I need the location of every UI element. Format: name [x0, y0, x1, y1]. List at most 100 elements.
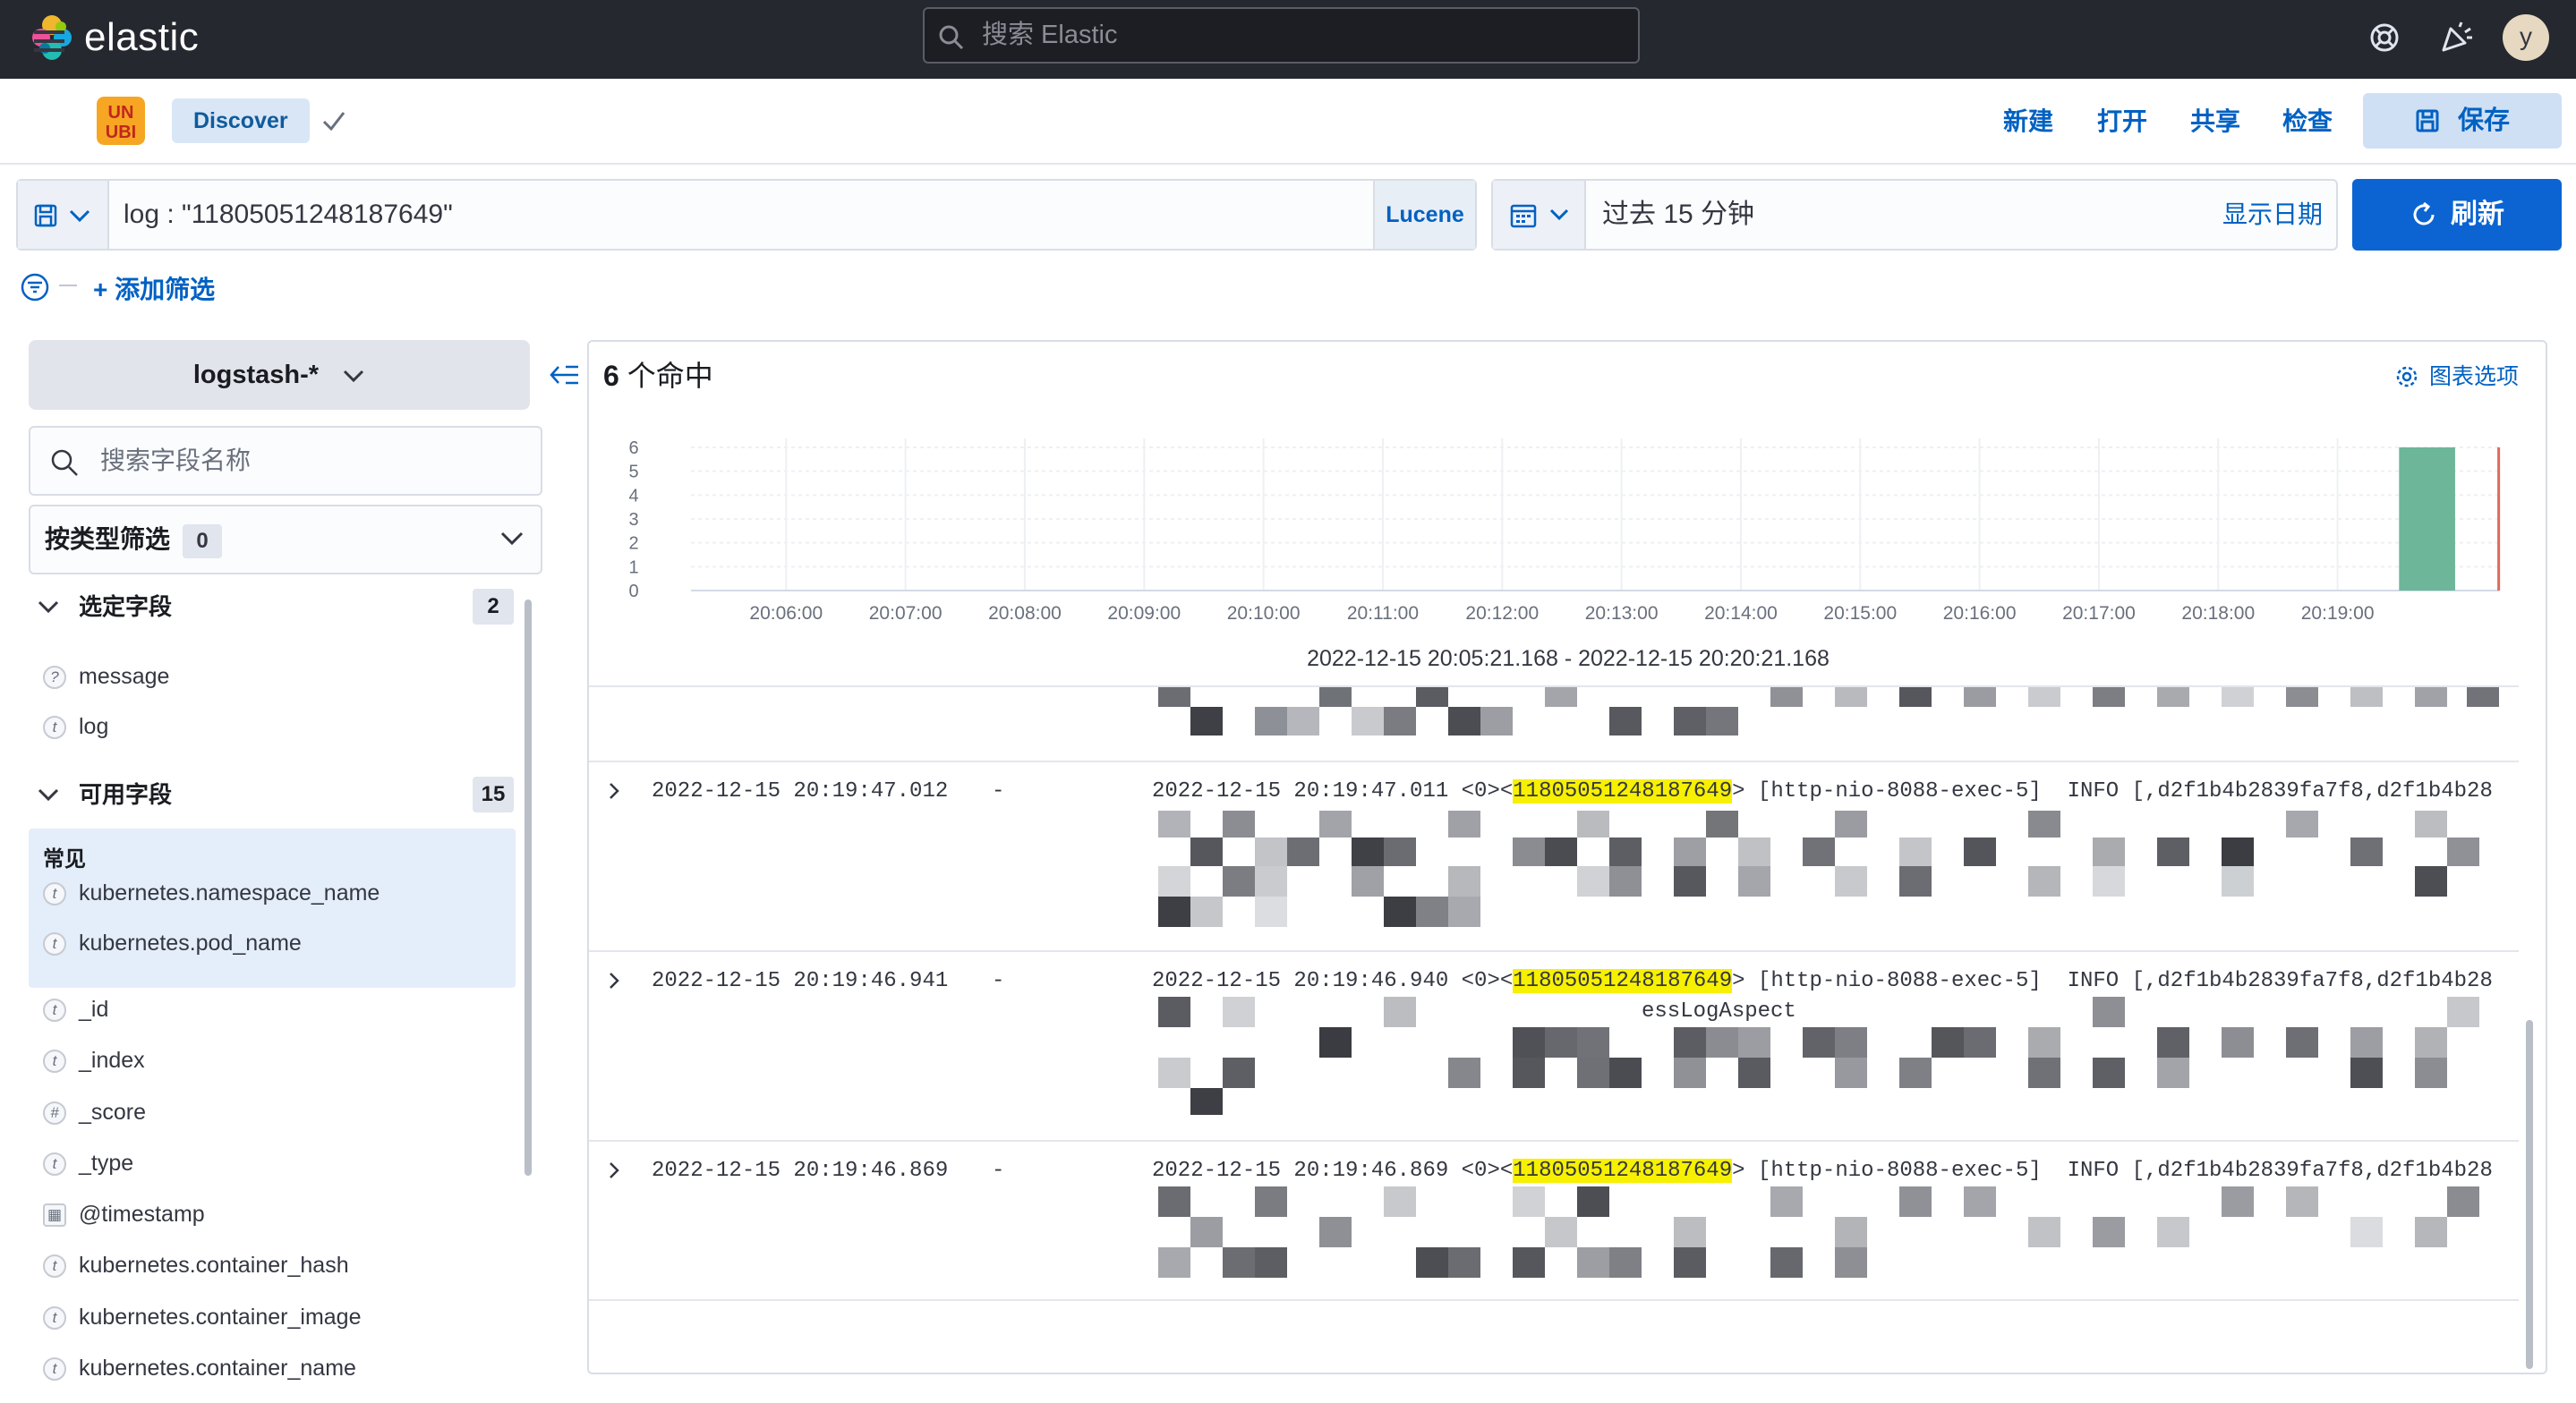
time-range-text[interactable]: 过去 15 分钟 [1602, 181, 1754, 249]
save-button[interactable]: 保存 [2363, 93, 2562, 149]
doc-separator [589, 1140, 2519, 1142]
index-pattern-label: logstash-* [192, 361, 320, 389]
histogram-chart[interactable]: 0 1 2 3 4 5 6 20:06:00 20:07:00 20:08:00 20:09:00 2… [601, 429, 2517, 644]
filter-by-type-dropdown[interactable]: 按类型筛选 0 [29, 505, 542, 574]
hits-count: 6 个命中 [603, 356, 713, 395]
index-pattern-selector[interactable]: logstash-* [29, 340, 530, 410]
doc-separator [589, 950, 2519, 952]
field-item-timestamp[interactable]: ▦ @timestamp [43, 1195, 205, 1234]
filter-divider [59, 285, 77, 286]
search-icon [51, 449, 78, 476]
collapse-sidebar-icon[interactable] [548, 360, 582, 390]
field-item-index[interactable]: t _index [43, 1041, 145, 1080]
chevron-down-icon[interactable] [36, 594, 61, 619]
field-item-type[interactable]: t _type [43, 1144, 133, 1183]
chevron-down-icon [500, 531, 524, 546]
add-filter-button[interactable]: + 添加筛选 [93, 272, 215, 308]
help-icon[interactable] [2365, 18, 2404, 57]
inspect-link[interactable]: 检查 [2282, 104, 2333, 140]
svg-text:UN: UN [108, 103, 134, 123]
y-tick-label: 2 [628, 534, 638, 554]
field-name: message [79, 664, 170, 689]
global-search-input[interactable]: 搜索 Elastic [923, 7, 1640, 64]
histogram-bar [2399, 447, 2455, 591]
y-tick-label: 5 [628, 463, 638, 482]
date-type-icon: ▦ [43, 1203, 66, 1228]
doc-separator-text: - [992, 969, 1005, 993]
query-input[interactable]: log : "11805051248187649" [124, 181, 453, 249]
filter-options-icon[interactable] [20, 272, 50, 302]
breadcrumb-discover[interactable]: Discover [172, 98, 310, 143]
unknown-type-icon: ? [43, 666, 66, 690]
filter-by-type-count: 0 [183, 524, 222, 558]
saved-query-icon [34, 204, 57, 227]
saved-query-menu[interactable] [18, 181, 109, 249]
field-item-container-hash[interactable]: t kubernetes.container_hash [43, 1246, 349, 1285]
save-label: 保存 [2458, 106, 2511, 135]
field-name: @timestamp [79, 1202, 205, 1227]
x-tick-label: 20:06:00 [749, 603, 823, 624]
space-avatar-icon[interactable]: UN UBI [97, 97, 145, 145]
query-language-button[interactable]: Lucene [1373, 181, 1475, 249]
x-tick-label: 20:14:00 [1704, 603, 1778, 624]
x-tick-label: 20:09:00 [1107, 603, 1181, 624]
quick-menu-button[interactable] [1493, 181, 1586, 249]
blurred-content [1155, 811, 2506, 934]
doc-separator [589, 1299, 2519, 1301]
field-name: _index [79, 1048, 145, 1073]
field-item-kubernetes-pod-name[interactable]: t kubernetes.pod_name [43, 923, 302, 963]
share-link[interactable]: 共享 [2190, 104, 2240, 140]
field-name: kubernetes.container_name [79, 1356, 356, 1381]
x-tick-label: 20:18:00 [2181, 603, 2255, 624]
check-icon [322, 112, 345, 132]
field-item-message[interactable]: ? message [43, 657, 169, 696]
x-tick-label: 20:12:00 [1465, 603, 1539, 624]
expand-row-icon[interactable] [603, 970, 625, 991]
doc-log-line: 2022-12-15 20:19:47.011 <0><118050512481… [1152, 777, 2493, 807]
new-link[interactable]: 新建 [2003, 104, 2053, 140]
results-scrollbar[interactable] [2526, 1020, 2533, 1369]
chart-options-label: 图表选项 [2429, 364, 2520, 389]
chevron-down-icon [1549, 208, 1569, 221]
y-tick-label: 6 [628, 438, 638, 458]
user-avatar[interactable]: y [2503, 14, 2549, 61]
chart-options-button[interactable]: 图表选项 [2395, 361, 2519, 392]
sidebar-scrollbar[interactable] [525, 599, 532, 1176]
field-item-container-name[interactable]: t kubernetes.container_name [43, 1348, 356, 1388]
field-item-kubernetes-namespace-name[interactable]: t kubernetes.namespace_name [43, 873, 380, 913]
field-search-input[interactable]: 搜索字段名称 [29, 426, 542, 496]
x-tick-label: 20:08:00 [988, 603, 1062, 624]
selected-fields-heading[interactable]: 选定字段 [79, 589, 172, 625]
x-tick-label: 20:10:00 [1227, 603, 1301, 624]
hits-suffix: 个命中 [618, 360, 713, 392]
open-link[interactable]: 打开 [2097, 104, 2147, 140]
refresh-label: 刷新 [2451, 200, 2504, 229]
blurred-content [1155, 997, 2506, 1120]
chevron-down-icon[interactable] [36, 782, 61, 807]
chevron-down-icon [344, 370, 364, 383]
string-type-icon: t [43, 1152, 66, 1177]
refresh-button[interactable]: 刷新 [2352, 179, 2562, 251]
y-tick-label: 0 [628, 582, 638, 601]
show-dates-link[interactable]: 显示日期 [2222, 181, 2323, 249]
expand-row-icon[interactable] [603, 1160, 625, 1181]
calendar-icon [1510, 204, 1537, 228]
doc-log-highlight: 11805051248187649 [1513, 969, 1733, 993]
string-type-icon: t [43, 882, 66, 906]
string-type-icon: t [43, 1254, 66, 1279]
elastic-wordmark[interactable]: elastic [84, 13, 199, 63]
field-item-log[interactable]: t log [43, 707, 108, 746]
available-fields-heading[interactable]: 可用字段 [79, 777, 172, 812]
x-tick-label: 20:16:00 [1943, 603, 2017, 624]
x-tick-label: 20:07:00 [869, 603, 943, 624]
field-item-score[interactable]: # _score [43, 1093, 146, 1132]
field-name: _id [79, 997, 109, 1022]
doc-log-prefix: 2022-12-15 20:19:46.869 <0>< [1152, 1159, 1514, 1183]
field-item-id[interactable]: t _id [43, 990, 108, 1029]
filter-by-type-label: 按类型筛选 [45, 525, 171, 553]
expand-row-icon[interactable] [603, 780, 625, 802]
menu-icon[interactable] [32, 27, 66, 55]
field-name: _score [79, 1100, 147, 1125]
field-item-container-image[interactable]: t kubernetes.container_image [43, 1297, 361, 1337]
newsfeed-icon[interactable] [2436, 18, 2476, 57]
